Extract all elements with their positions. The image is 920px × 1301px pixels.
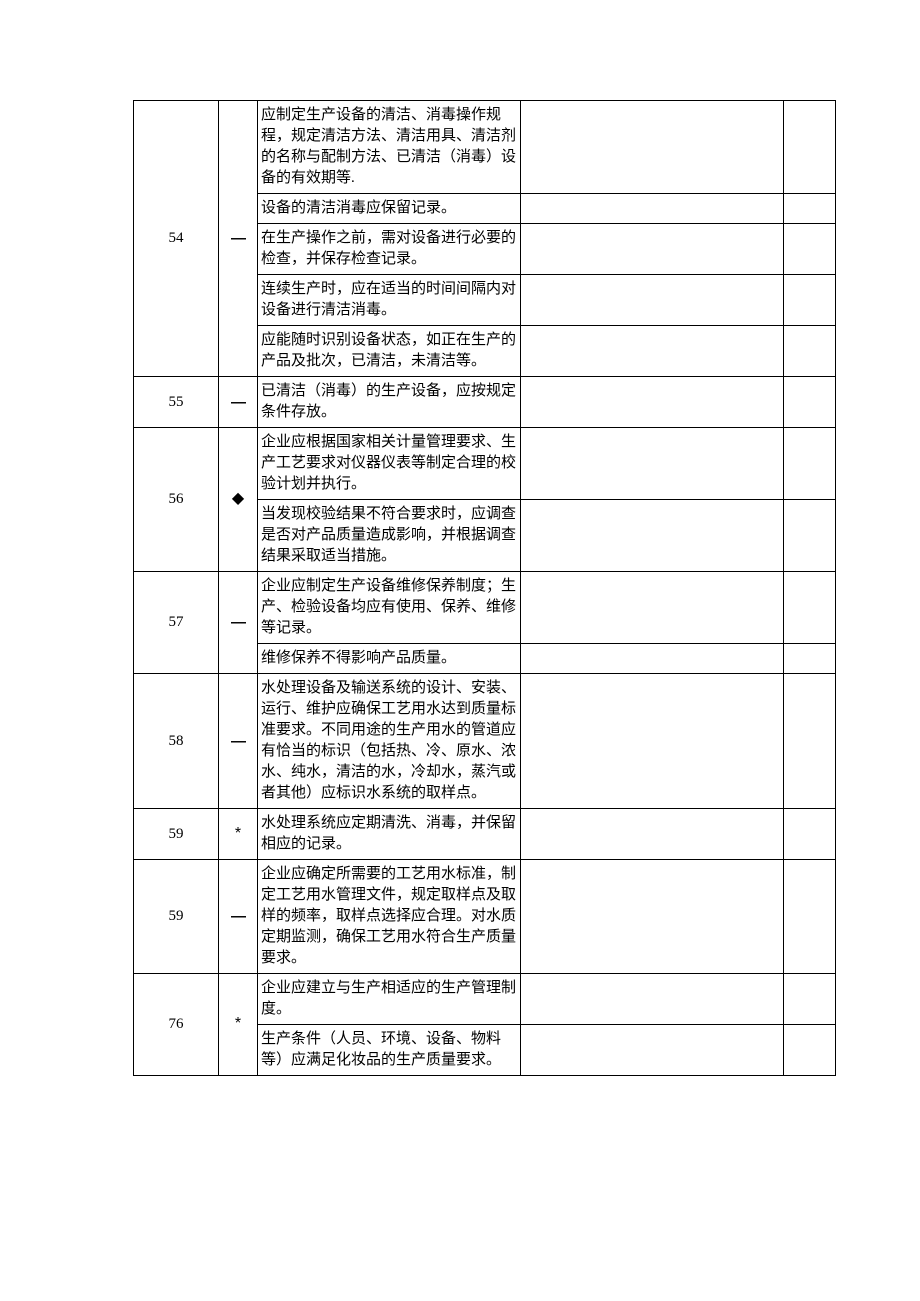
row-mark: —	[219, 377, 258, 428]
empty-cell	[521, 224, 784, 275]
empty-cell	[521, 572, 784, 644]
requirement-text: 企业应制定生产设备维修保养制度；生产、检验设备均应有使用、保养、维修等记录。	[258, 572, 521, 644]
row-number: 54	[134, 101, 219, 377]
empty-cell	[784, 275, 836, 326]
empty-cell	[784, 500, 836, 572]
empty-cell	[521, 1025, 784, 1076]
requirement-text: 水处理设备及输送系统的设计、安装、运行、维护应确保工艺用水达到质量标准要求。不同…	[258, 674, 521, 809]
table-row: 54—应制定生产设备的清洁、消毒操作规程，规定清洁方法、清洁用具、清洁剂的名称与…	[134, 101, 836, 194]
empty-cell	[521, 377, 784, 428]
row-mark: —	[219, 572, 258, 674]
requirement-text: 连续生产时，应在适当的时间间隔内对设备进行清洁消毒。	[258, 275, 521, 326]
row-mark: *	[219, 809, 258, 860]
requirement-text: 当发现校验结果不符合要求时，应调查是否对产品质量造成影响，并根据调查结果采取适当…	[258, 500, 521, 572]
row-mark: —	[219, 674, 258, 809]
requirement-text: 维修保养不得影响产品质量。	[258, 644, 521, 674]
requirement-text: 已清洁（消毒）的生产设备，应按规定条件存放。	[258, 377, 521, 428]
empty-cell	[521, 194, 784, 224]
requirement-text: 设备的清洁消毒应保留记录。	[258, 194, 521, 224]
table-row: 56◆企业应根据国家相关计量管理要求、生产工艺要求对仪器仪表等制定合理的校验计划…	[134, 428, 836, 500]
requirement-text: 企业应建立与生产相适应的生产管理制度。	[258, 974, 521, 1025]
empty-cell	[521, 860, 784, 974]
table-row: 55—已清洁（消毒）的生产设备，应按规定条件存放。	[134, 377, 836, 428]
requirement-text: 应能随时识别设备状态，如正在生产的产品及批次，已清洁，未清洁等。	[258, 326, 521, 377]
empty-cell	[784, 101, 836, 194]
row-mark: —	[219, 101, 258, 377]
empty-cell	[784, 644, 836, 674]
table-row: 58—水处理设备及输送系统的设计、安装、运行、维护应确保工艺用水达到质量标准要求…	[134, 674, 836, 809]
empty-cell	[521, 809, 784, 860]
row-number: 56	[134, 428, 219, 572]
requirement-text: 生产条件（人员、环境、设备、物料等）应满足化妆品的生产质量要求。	[258, 1025, 521, 1076]
row-mark: ◆	[219, 428, 258, 572]
empty-cell	[521, 974, 784, 1025]
empty-cell	[784, 1025, 836, 1076]
empty-cell	[521, 101, 784, 194]
empty-cell	[784, 809, 836, 860]
empty-cell	[521, 644, 784, 674]
row-number: 59	[134, 860, 219, 974]
row-number: 58	[134, 674, 219, 809]
empty-cell	[784, 224, 836, 275]
empty-cell	[521, 275, 784, 326]
empty-cell	[784, 674, 836, 809]
row-number: 57	[134, 572, 219, 674]
row-mark: *	[219, 974, 258, 1076]
row-number: 59	[134, 809, 219, 860]
empty-cell	[521, 326, 784, 377]
requirement-text: 企业应确定所需要的工艺用水标准，制定工艺用水管理文件，规定取样点及取样的频率，取…	[258, 860, 521, 974]
requirement-text: 在生产操作之前，需对设备进行必要的检查，并保存检查记录。	[258, 224, 521, 275]
empty-cell	[521, 428, 784, 500]
row-number: 76	[134, 974, 219, 1076]
empty-cell	[521, 674, 784, 809]
empty-cell	[784, 326, 836, 377]
empty-cell	[784, 572, 836, 644]
empty-cell	[784, 428, 836, 500]
table-row: 76*企业应建立与生产相适应的生产管理制度。	[134, 974, 836, 1025]
empty-cell	[784, 377, 836, 428]
requirement-text: 应制定生产设备的清洁、消毒操作规程，规定清洁方法、清洁用具、清洁剂的名称与配制方…	[258, 101, 521, 194]
row-mark: —	[219, 860, 258, 974]
empty-cell	[784, 194, 836, 224]
empty-cell	[784, 974, 836, 1025]
requirement-text: 水处理系统应定期清洗、消毒，并保留相应的记录。	[258, 809, 521, 860]
requirement-text: 企业应根据国家相关计量管理要求、生产工艺要求对仪器仪表等制定合理的校验计划并执行…	[258, 428, 521, 500]
requirements-table: 54—应制定生产设备的清洁、消毒操作规程，规定清洁方法、清洁用具、清洁剂的名称与…	[133, 100, 836, 1076]
empty-cell	[521, 500, 784, 572]
table-row: 59*水处理系统应定期清洗、消毒，并保留相应的记录。	[134, 809, 836, 860]
empty-cell	[784, 860, 836, 974]
table-row: 57—企业应制定生产设备维修保养制度；生产、检验设备均应有使用、保养、维修等记录…	[134, 572, 836, 644]
table-row: 59—企业应确定所需要的工艺用水标准，制定工艺用水管理文件，规定取样点及取样的频…	[134, 860, 836, 974]
row-number: 55	[134, 377, 219, 428]
